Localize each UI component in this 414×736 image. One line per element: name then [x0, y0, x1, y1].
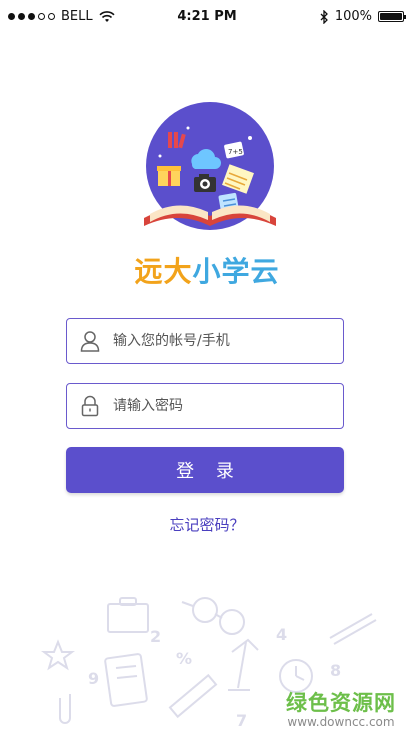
brand-char: 小 — [192, 255, 222, 288]
brand-char: 云 — [250, 255, 280, 288]
gift-icon — [157, 166, 181, 186]
paperclip-icon — [59, 694, 71, 724]
brand-char: 远 — [134, 255, 164, 288]
svg-text:%: % — [176, 649, 192, 668]
lamp-icon — [228, 638, 259, 691]
svg-text:9: 9 — [88, 669, 99, 688]
glasses-icon — [181, 597, 245, 635]
watermark: 绿色资源网 www.downcc.com — [286, 687, 396, 729]
login-button[interactable]: 登 录 — [66, 447, 344, 493]
briefcase-icon — [107, 597, 149, 633]
logo-illustration: 7+5 — [144, 102, 276, 230]
svg-text:7: 7 — [236, 711, 247, 730]
star-icon — [41, 639, 75, 671]
svg-text:2: 2 — [150, 627, 161, 646]
notebook-icon — [104, 653, 148, 707]
ruler-icon — [168, 673, 218, 719]
watermark-title: 绿色资源网 — [286, 691, 396, 715]
brand-char: 学 — [221, 255, 251, 288]
user-icon — [79, 330, 101, 352]
password-input[interactable] — [111, 397, 343, 415]
svg-text:8: 8 — [330, 661, 341, 680]
password-field[interactable] — [66, 383, 344, 429]
battery-fill — [380, 13, 402, 20]
brand-char: 大 — [163, 255, 193, 288]
status-bar: BELL 4:21 PM 100% — [0, 0, 414, 32]
svg-text:4: 4 — [276, 625, 287, 644]
bluetooth-icon — [320, 9, 328, 24]
brand-name: 远大小学云 — [0, 250, 414, 290]
svg-text:7+5: 7+5 — [228, 148, 243, 156]
forgot-password-link[interactable]: 忘记密码？ — [0, 514, 414, 535]
status-right: 100% — [320, 9, 406, 24]
account-input[interactable] — [111, 332, 343, 350]
account-field[interactable] — [66, 318, 344, 364]
watermark-url: www.downcc.com — [287, 715, 395, 729]
battery-percent: 100% — [334, 9, 372, 24]
battery-icon — [378, 11, 406, 22]
lock-icon — [79, 395, 101, 417]
pen-icon — [329, 613, 377, 645]
